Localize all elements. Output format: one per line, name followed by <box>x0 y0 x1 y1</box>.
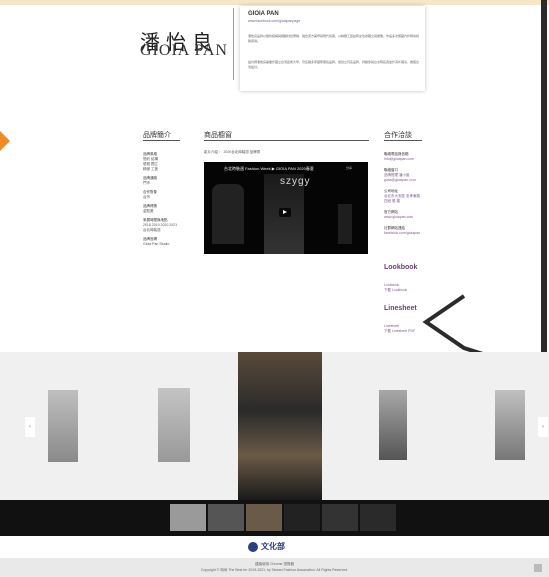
thumbnail[interactable] <box>322 504 358 531</box>
annotation-vertical-bar <box>541 0 547 378</box>
footer-line-1: 建議使用 Chrome 瀏覽器 <box>255 562 294 566</box>
footer-bar: 建議使用 Chrome 瀏覽器 Copyright © 時尚 The Best … <box>0 558 549 577</box>
carousel-photo-active[interactable] <box>238 352 322 500</box>
ministry-logo-icon <box>248 542 258 552</box>
thumbnail[interactable] <box>284 504 320 531</box>
carousel-prev-button[interactable]: ‹ <box>25 417 35 437</box>
chevron-right-icon: › <box>542 424 544 430</box>
footer-copyright: Copyright © 時尚 The Best for 2019-2021, b… <box>200 568 349 572</box>
carousel-photo[interactable] <box>379 390 407 460</box>
ministry-logo-text: 文化部 <box>261 542 285 551</box>
carousel-next-button[interactable]: › <box>538 417 548 437</box>
photo-carousel: ‹ › <box>0 352 549 500</box>
thumbnail[interactable] <box>170 504 206 531</box>
thumbnail[interactable] <box>246 504 282 531</box>
carousel-photo[interactable] <box>158 388 190 462</box>
ministry-logo[interactable]: 文化部 <box>248 540 308 554</box>
carousel-photo[interactable] <box>495 390 525 460</box>
thumbnail[interactable] <box>360 504 396 531</box>
carousel-photo[interactable] <box>48 390 78 462</box>
chevron-left-icon: ‹ <box>29 424 31 430</box>
back-to-top-button[interactable] <box>534 564 542 572</box>
thumbnail[interactable] <box>208 504 244 531</box>
thumbnail-strip <box>0 500 549 536</box>
